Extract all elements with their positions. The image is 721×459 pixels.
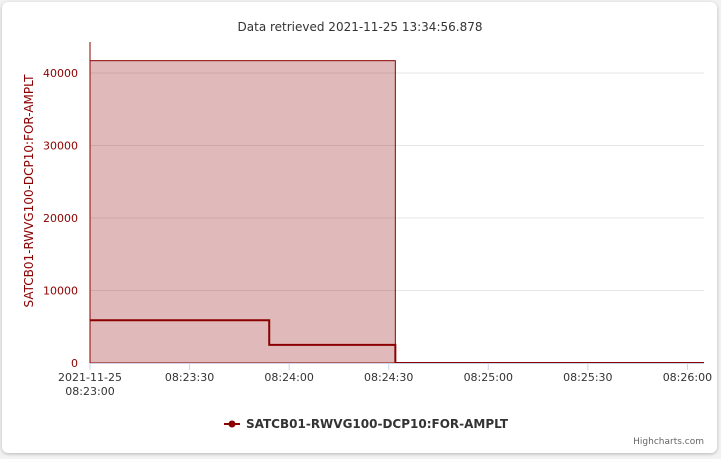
range-band-area — [89, 60, 396, 364]
y-tick-label: 0 — [71, 357, 78, 370]
plot-area[interactable] — [89, 60, 704, 364]
legend-item[interactable]: SATCB01-RWVG100-DCP10:FOR-AMPLT — [224, 417, 509, 431]
x-tick-label: 08:24:00 — [264, 371, 313, 384]
legend-label[interactable]: SATCB01-RWVG100-DCP10:FOR-AMPLT — [246, 417, 509, 431]
chart-svg: Data retrieved 2021-11-25 13:34:56.878 0… — [22, 20, 712, 447]
y-tick-label: 40000 — [43, 67, 78, 80]
x-tick-label: 08:23:30 — [165, 371, 214, 384]
x-tick-label: 08:25:30 — [563, 371, 612, 384]
legend-dot-marker — [228, 420, 236, 428]
y-tick-label: 30000 — [43, 140, 78, 153]
y-axis-title: SATCB01-RWVG100-DCP10:FOR-AMPLT — [22, 74, 36, 308]
credits-link[interactable]: Highcharts.com — [633, 437, 704, 447]
y-tick-label: 20000 — [43, 212, 78, 225]
chart-card: Data retrieved 2021-11-25 13:34:56.878 0… — [2, 2, 717, 453]
x-tick-label: 08:26:00 — [663, 371, 712, 384]
x-tick-label: 2021-11-25 — [58, 371, 122, 384]
x-tick-label: 08:25:00 — [464, 371, 513, 384]
x-tick-label: 08:24:30 — [364, 371, 413, 384]
chart-subtitle: Data retrieved 2021-11-25 13:34:56.878 — [238, 20, 483, 34]
x-tick-label: 08:23:00 — [65, 385, 114, 398]
y-tick-label: 10000 — [43, 285, 78, 298]
